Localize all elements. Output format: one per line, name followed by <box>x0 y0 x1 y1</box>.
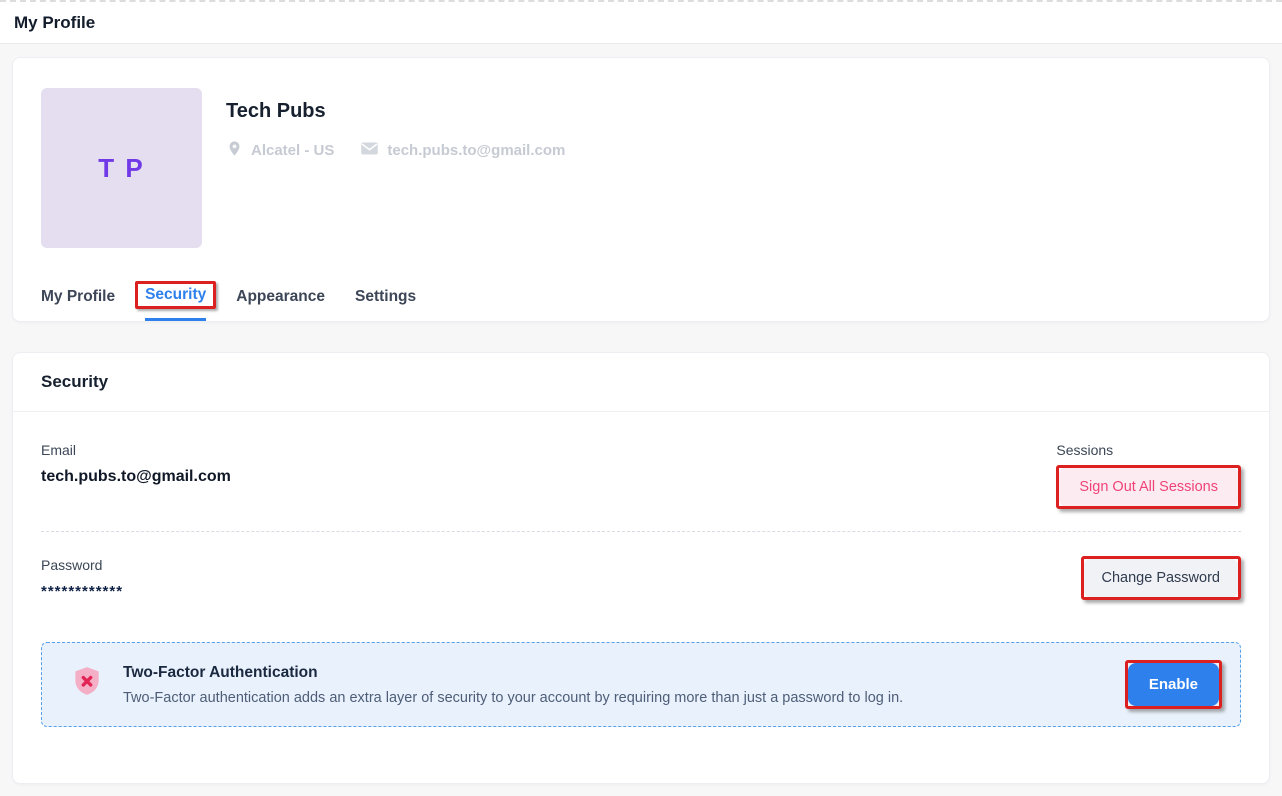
location-pin-icon <box>226 140 243 161</box>
change-password-button[interactable]: Change Password <box>1084 559 1239 597</box>
avatar-initials: T P <box>98 153 144 184</box>
annotation-highlight-change-password: Change Password <box>1081 556 1242 600</box>
profile-card: T P Tech Pubs Alcatel - US <box>12 57 1270 322</box>
sessions-block: Sessions Sign Out All Sessions <box>1056 442 1241 509</box>
tab-my-profile[interactable]: My Profile <box>41 282 115 321</box>
page-title: My Profile <box>14 13 95 33</box>
password-field-value: ************ <box>41 583 123 600</box>
main-content: T P Tech Pubs Alcatel - US <box>0 44 1282 784</box>
email-field: Email tech.pubs.to@gmail.com <box>41 442 231 486</box>
profile-meta: Alcatel - US tech.pubs.to@gmail.com <box>226 140 565 161</box>
company-label: Alcatel - US <box>251 142 334 159</box>
two-factor-panel: Two-Factor Authentication Two-Factor aut… <box>41 642 1241 727</box>
envelope-icon <box>360 141 379 160</box>
two-factor-description: Two-Factor authentication adds an extra … <box>123 690 1106 706</box>
avatar: T P <box>41 88 202 248</box>
enable-two-factor-button[interactable]: Enable <box>1128 663 1219 706</box>
two-factor-text: Two-Factor Authentication Two-Factor aut… <box>123 664 1106 706</box>
annotation-highlight-security-tab: Security <box>135 281 216 309</box>
security-card: Security Email tech.pubs.to@gmail.com Se… <box>12 352 1270 784</box>
email-field-value: tech.pubs.to@gmail.com <box>41 468 231 486</box>
security-body: Email tech.pubs.to@gmail.com Sessions Si… <box>13 412 1269 783</box>
page-header: My Profile <box>0 0 1282 44</box>
company-meta: Alcatel - US <box>226 140 334 161</box>
annotation-highlight-enable: Enable <box>1125 660 1222 709</box>
tab-appearance[interactable]: Appearance <box>236 282 325 321</box>
sessions-label: Sessions <box>1056 442 1241 458</box>
change-password-block: Change Password <box>1081 556 1242 600</box>
annotation-highlight-sign-out: Sign Out All Sessions <box>1056 465 1241 509</box>
password-field-label: Password <box>41 557 123 573</box>
email-meta: tech.pubs.to@gmail.com <box>360 141 565 160</box>
tab-security-label: Security <box>145 286 206 303</box>
profile-tabs: My Profile Security Appearance Settings <box>41 275 1241 321</box>
tab-settings[interactable]: Settings <box>355 282 416 321</box>
shield-x-icon <box>70 665 104 704</box>
security-heading: Security <box>13 353 1269 412</box>
password-field: Password ************ <box>41 557 123 600</box>
two-factor-title: Two-Factor Authentication <box>123 664 1106 682</box>
email-sessions-row: Email tech.pubs.to@gmail.com Sessions Si… <box>41 442 1241 509</box>
tab-appearance-label: Appearance <box>236 288 325 305</box>
email-label-meta: tech.pubs.to@gmail.com <box>387 142 565 159</box>
tab-settings-label: Settings <box>355 288 416 305</box>
profile-summary: T P Tech Pubs Alcatel - US <box>41 88 1241 248</box>
tab-my-profile-label: My Profile <box>41 288 115 305</box>
profile-name: Tech Pubs <box>226 100 565 123</box>
profile-info: Tech Pubs Alcatel - US <box>226 88 565 161</box>
tab-security[interactable]: Security <box>145 275 206 321</box>
email-field-label: Email <box>41 442 231 458</box>
dashed-divider <box>41 531 1241 532</box>
password-row: Password ************ Change Password <box>41 556 1241 600</box>
sign-out-all-sessions-button[interactable]: Sign Out All Sessions <box>1059 468 1238 506</box>
